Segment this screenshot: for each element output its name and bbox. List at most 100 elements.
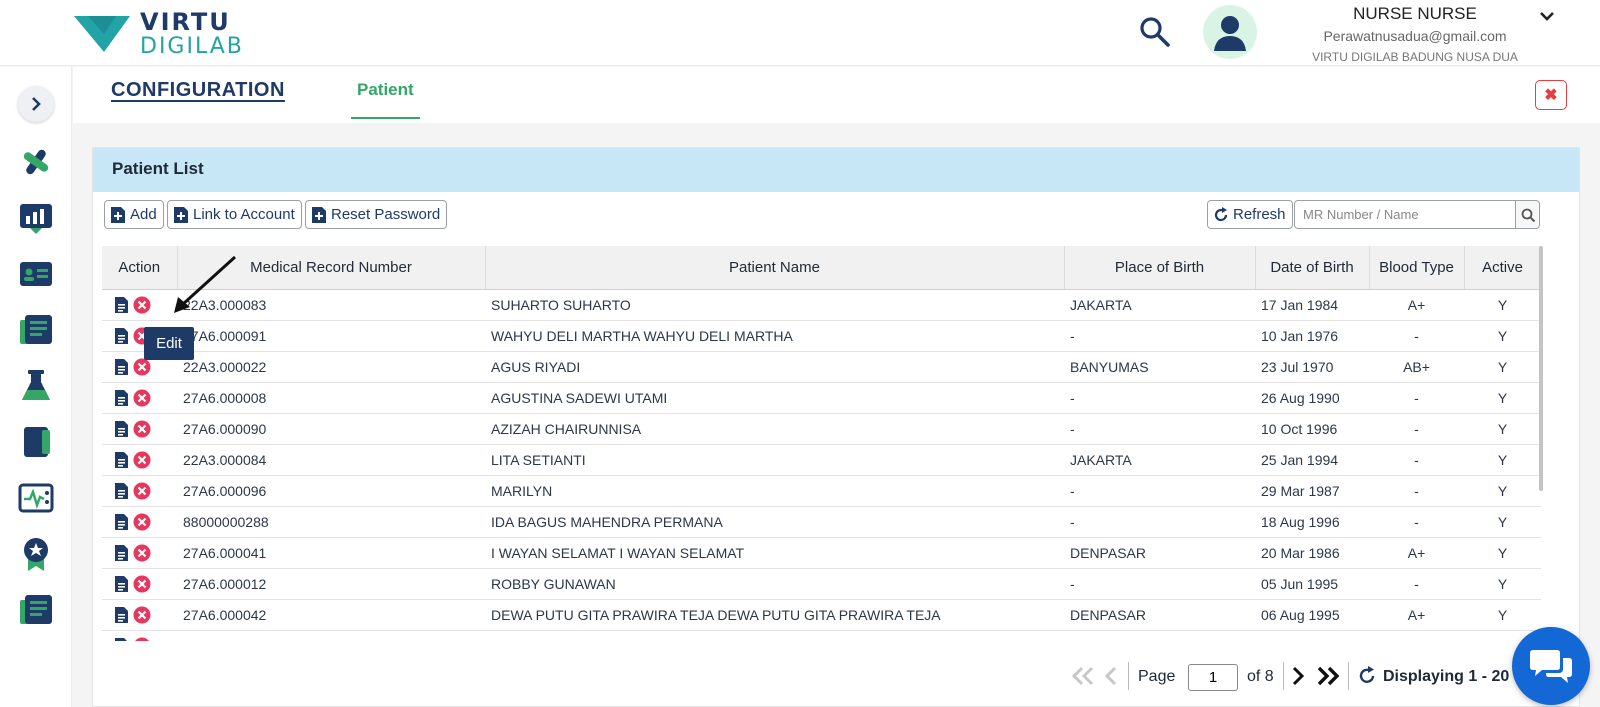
records-list-icon[interactable] [18, 312, 54, 348]
delete-circle-icon[interactable] [133, 389, 151, 407]
table-row[interactable]: 27A6.000090 AZIZAH CHAIRUNNISA -10 Oct 199… [102, 413, 1541, 445]
table-row[interactable]: 27A6.000044I WAYAN ARTA PURBAWADENPASAR1… [102, 630, 1541, 641]
table-row[interactable]: 27A6.000096 MARILYN -29 Mar 1987- Y [102, 475, 1541, 507]
add-button-label: Add [130, 206, 157, 223]
cell-mrn: 27A6.000090 [177, 413, 485, 445]
refresh-icon[interactable] [1357, 664, 1377, 686]
edit-document-icon[interactable] [114, 606, 129, 624]
chevron-down-icon[interactable] [1537, 6, 1557, 26]
table-row[interactable]: 88000000288 IDA BAGUS MAHENDRA PERMANA -18… [102, 506, 1541, 538]
delete-circle-icon[interactable] [133, 513, 151, 531]
column-header-action[interactable]: Action [102, 246, 178, 290]
table-row[interactable]: 22A3.000083 SUHARTO SUHARTO JAKARTA 17 Jan … [102, 289, 1541, 321]
search-icon[interactable] [1137, 14, 1173, 50]
edit-document-icon[interactable] [114, 327, 129, 345]
delete-circle-icon[interactable] [133, 358, 151, 376]
column-header-patient-name[interactable]: Patient Name [485, 246, 1065, 290]
delete-circle-icon[interactable] [133, 637, 151, 641]
monitor-pulse-icon[interactable] [18, 480, 54, 516]
brand-name-top: VIRTU [140, 8, 231, 36]
edit-document-icon[interactable] [114, 575, 129, 593]
delete-circle-icon[interactable] [133, 544, 151, 562]
refresh-button[interactable]: Refresh [1207, 200, 1293, 229]
edit-document-icon[interactable] [114, 389, 129, 407]
user-organization: VIRTU DIGILAB BADUNG NUSA DUA [1312, 50, 1518, 64]
delete-circle-icon[interactable] [133, 451, 151, 469]
tab-patient[interactable]: Patient [351, 67, 420, 119]
table-row[interactable]: 27A6.000042 DEWA PUTU GITA PRAWIRA TEJA D… [102, 599, 1541, 631]
sidebar [0, 67, 72, 707]
close-button[interactable]: ✖ [1535, 80, 1567, 110]
sidebar-expand-button[interactable] [18, 86, 54, 122]
search-input[interactable] [1294, 200, 1516, 229]
cell-patient-name: MARILYN [485, 475, 1064, 507]
last-page-icon[interactable] [1315, 664, 1341, 688]
medical-cross-icon[interactable] [18, 144, 54, 180]
table-row[interactable]: 27A6.000041 I WAYAN SELAMAT I WAYAN SELAM… [102, 537, 1541, 569]
chat-widget-button[interactable] [1512, 627, 1590, 705]
close-icon: ✖ [1544, 87, 1558, 104]
edit-document-icon[interactable] [114, 358, 129, 376]
cell-mrn: 22A3.000022 [177, 351, 485, 383]
pager-separator [1128, 662, 1129, 690]
tab-configuration[interactable]: CONFIGURATION [111, 79, 285, 102]
cell-active: Y [1464, 320, 1541, 352]
table-row[interactable]: 27A6.000091 WAHYU DELI MARTHA WAHYU DELI … [102, 320, 1541, 352]
pager-separator [1283, 662, 1284, 690]
displaying-count: Displaying 1 - 20 [1383, 668, 1510, 685]
edit-document-icon[interactable] [114, 544, 129, 562]
cell-patient-name: WAHYU DELI MARTHA WAHYU DELI MARTHA [485, 320, 1064, 352]
cell-date-of-birth: 26 Aug 1990 [1255, 382, 1369, 414]
report-list-icon[interactable] [18, 592, 54, 628]
link-to-account-button[interactable]: Link to Account [167, 200, 302, 229]
previous-page-icon[interactable] [1103, 664, 1119, 688]
edit-document-icon[interactable] [114, 420, 129, 438]
table-row[interactable]: 27A6.000012 ROBBY GUNAWAN -05 Jun 1995- Y [102, 568, 1541, 600]
brand-logo[interactable]: VIRTU DIGILAB [74, 6, 254, 59]
page-number-input[interactable] [1188, 664, 1238, 691]
patient-table: Action Medical Record Number Patient Nam… [102, 246, 1541, 641]
cell-blood-type: - [1369, 320, 1464, 352]
dashboard-chart-icon[interactable] [18, 200, 54, 236]
column-header-date-of-birth[interactable]: Date of Birth [1255, 246, 1370, 290]
table-row[interactable]: 27A6.000008 AGUSTINA SADEWI UTAMI -26 Aug … [102, 382, 1541, 414]
delete-circle-icon[interactable] [133, 420, 151, 438]
cell-date-of-birth: 29 Mar 1987 [1255, 475, 1369, 507]
id-card-icon[interactable] [18, 256, 54, 292]
table-row[interactable]: 22A3.000022 AGUS RIYADI BANYUMAS 23 Jul 197… [102, 351, 1541, 383]
avatar[interactable] [1203, 5, 1257, 59]
cell-active: Y [1464, 568, 1541, 600]
clipboard-book-icon[interactable] [18, 424, 54, 460]
cell-active: Y [1464, 537, 1541, 569]
next-page-icon[interactable] [1290, 664, 1306, 688]
edit-document-icon[interactable] [114, 513, 129, 531]
edit-document-icon[interactable] [114, 637, 129, 641]
delete-circle-icon[interactable] [133, 482, 151, 500]
column-header-active[interactable]: Active [1464, 246, 1541, 290]
cell-mrn: 27A6.000096 [177, 475, 485, 507]
lab-flask-icon[interactable] [18, 368, 54, 404]
table-scrollbar[interactable] [1539, 246, 1543, 491]
table-row[interactable]: 22A3.000084 LITA SETIANTI JAKARTA 25 Jan 19… [102, 444, 1541, 476]
delete-circle-icon[interactable] [133, 575, 151, 593]
file-plus-icon [312, 206, 326, 223]
cell-date-of-birth: 17 Jan 1984 [1255, 289, 1369, 321]
column-header-blood-type[interactable]: Blood Type [1369, 246, 1465, 290]
cell-place-of-birth: JAKARTA [1064, 289, 1255, 321]
page-total-label: of 8 [1247, 668, 1274, 685]
add-button[interactable]: Add [104, 200, 164, 229]
column-header-place-of-birth[interactable]: Place of Birth [1064, 246, 1256, 290]
search-submit-button[interactable] [1515, 200, 1540, 229]
delete-circle-icon[interactable] [133, 606, 151, 624]
file-plus-icon [111, 206, 125, 223]
user-email: Perawatnusadua@gmail.com [1323, 28, 1507, 44]
edit-document-icon[interactable] [114, 296, 129, 314]
delete-circle-icon[interactable] [133, 296, 151, 314]
first-page-icon[interactable] [1070, 664, 1096, 688]
edit-document-icon[interactable] [114, 482, 129, 500]
reset-password-button[interactable]: Reset Password [305, 200, 448, 229]
cell-blood-type: - [1369, 475, 1464, 507]
cell-place-of-birth: JAKARTA [1064, 444, 1255, 476]
edit-document-icon[interactable] [114, 451, 129, 469]
award-star-icon[interactable] [18, 536, 54, 572]
